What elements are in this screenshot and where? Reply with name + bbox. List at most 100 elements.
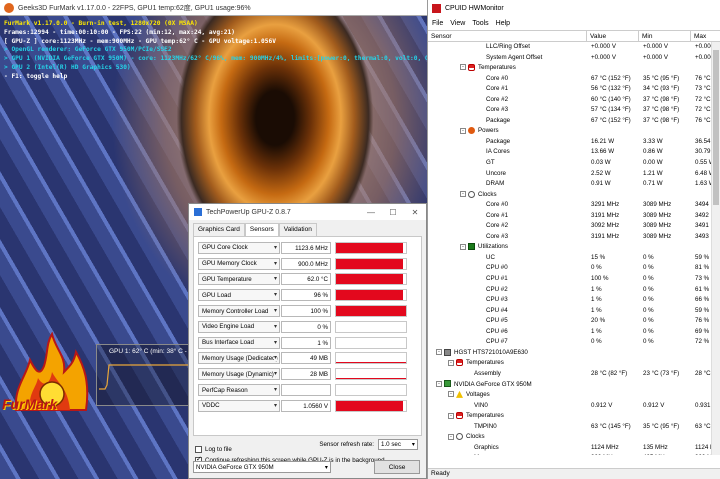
sensor-label[interactable]: GPU Temperature <box>198 273 280 286</box>
menu-file[interactable]: File <box>432 20 443 27</box>
sensor-label[interactable]: GPU Memory Clock <box>198 257 280 270</box>
collapse-toggle-icon[interactable]: - <box>448 359 454 366</box>
sensor-tree-row[interactable]: Assembly 28 °C (82 °F) 23 °C (73 °F) 28 °C … <box>428 369 720 380</box>
sensor-tree-row[interactable]: - Powers <box>428 126 720 137</box>
sensor-tree-row[interactable]: Graphics 1124 MHz 135 MHz 1124 MHz <box>428 443 720 454</box>
sensor-tree-row[interactable]: Core #2 60 °C (140 °F) 37 °C (98 °F) 72 °C … <box>428 95 720 106</box>
sensor-tree-row[interactable]: TMPIN063 °C (145 °F)35 °C (95 °F)63 °C (… <box>428 422 720 433</box>
column-min[interactable]: Min <box>639 31 691 41</box>
maximize-button[interactable]: ☐ <box>382 208 404 217</box>
hwmonitor-window[interactable]: CPUID HWMonitor File View Tools Help Sen… <box>427 0 720 479</box>
sensor-tree-row[interactable]: - NVIDIA GeForce GTX 950M <box>428 380 720 391</box>
sensor-label[interactable]: GPU Core Clock <box>198 241 280 254</box>
tab-sensors[interactable]: Sensors <box>244 223 279 236</box>
sensor-tree-row[interactable]: CPU #1 100 % 0 % 73 % <box>428 274 720 285</box>
sensor-tree-row[interactable]: Package 67 °C (152 °F) 37 °C (98 °F) 76 °C … <box>428 116 720 127</box>
min-cell <box>639 126 691 137</box>
min-cell: +0.000 V <box>643 53 668 61</box>
sensor-tree-row[interactable]: - HGST HTS721010A9E630 <box>428 348 720 359</box>
value-cell: 3092 MHz <box>591 222 620 230</box>
checkbox-box[interactable] <box>195 446 202 453</box>
sensor-tree-row[interactable]: CPU #2 1 % 0 % 61 % <box>428 285 720 296</box>
gpu-select[interactable]: NVIDIA GeForce GTX 950M ▾ <box>193 461 331 473</box>
collapse-toggle-icon[interactable]: - <box>436 380 442 387</box>
furmark-titlebar[interactable]: Geeks3D FurMark v1.17.0.0 - 22FPS, GPU1 … <box>0 0 427 16</box>
sensor-tree-row[interactable]: DRAM 0.91 W 0.71 W 1.63 W <box>428 179 720 190</box>
sensor-tree-row[interactable]: Core #33191 MHz3089 MHz3493 MHz <box>428 232 720 243</box>
value-cell: +0.000 V <box>591 53 616 61</box>
sensor-tree-row[interactable]: GT 0.03 W 0.00 W 0.55 W <box>428 158 720 169</box>
refresh-rate-select[interactable]: 1.0 sec ▾ <box>378 439 418 450</box>
sensor-tree-row[interactable]: CPU #3 1 % 0 % 66 % <box>428 295 720 306</box>
hwmonitor-titlebar[interactable]: CPUID HWMonitor <box>428 0 720 16</box>
sensor-tree-row[interactable]: Core #0 67 °C (152 °F) 35 °C (95 °F) 76 °C … <box>428 74 720 85</box>
sensor-tree-row[interactable]: CPU #0 0 % 0 % 81 % <box>428 263 720 274</box>
sensor-tree-row[interactable]: LLC/Ring Offset +0.000 V +0.000 V +0.000 V <box>428 42 720 53</box>
sensor-name: Core #3 <box>486 106 509 114</box>
sensor-name: Core #3 <box>486 232 509 240</box>
close-window-button[interactable]: ✕ <box>404 208 426 217</box>
sensor-tree-row[interactable]: IA Cores 13.66 W 0.86 W 30.79 W <box>428 147 720 158</box>
sensor-tree-row[interactable]: VIN0 0.912 V 0.912 V 0.931 V <box>428 401 720 412</box>
sensor-tree-row[interactable]: - Temperatures <box>428 411 720 422</box>
sensor-tree-row[interactable]: - Clocks <box>428 432 720 443</box>
vertical-scrollbar[interactable] <box>711 42 720 455</box>
sensor-tree-row[interactable]: - Voltages <box>428 390 720 401</box>
sensor-row: PerfCap Reason <box>198 382 417 398</box>
tab-graphics-card[interactable]: Graphics Card <box>193 223 245 236</box>
menu-help[interactable]: Help <box>496 20 510 27</box>
collapse-toggle-icon[interactable]: - <box>460 127 466 134</box>
sensor-label[interactable]: Memory Controller Load <box>198 305 280 318</box>
close-button[interactable]: Close <box>374 460 420 474</box>
sensor-label[interactable]: VDDC <box>198 399 280 412</box>
sensor-label[interactable]: GPU Load <box>198 289 280 302</box>
sensor-tree-row[interactable]: Uncore 2.52 W 1.21 W 6.48 W <box>428 169 720 180</box>
sensor-tree-row[interactable]: Core #3 57 °C (134 °F) 37 °C (98 °F) 72 °C … <box>428 105 720 116</box>
sensor-label[interactable]: Bus Interface Load <box>198 336 280 349</box>
sensor-tree-row[interactable]: Core #13191 MHz3089 MHz3492 MHz <box>428 211 720 222</box>
sensor-name-cell: VIN0 <box>428 401 587 412</box>
column-value[interactable]: Value <box>587 31 639 41</box>
sensor-tree-row[interactable]: System Agent Offset +0.000 V +0.000 V +0.00… <box>428 53 720 64</box>
collapse-toggle-icon[interactable]: - <box>460 243 466 250</box>
collapse-toggle-icon[interactable]: - <box>448 412 454 419</box>
sensor-tree-row[interactable]: CPU #6 1 % 0 % 69 % <box>428 327 720 338</box>
tab-validation[interactable]: Validation <box>278 223 317 236</box>
sensor-tree-row[interactable]: Package 16.21 W 3.33 W 36.54 W <box>428 137 720 148</box>
collapse-toggle-icon[interactable]: - <box>448 391 454 398</box>
menu-tools[interactable]: Tools <box>472 20 488 27</box>
sensor-tree-row[interactable]: Core #1 56 °C (132 °F) 34 °C (93 °F) 73 °C … <box>428 84 720 95</box>
gpuz-window[interactable]: TechPowerUp GPU-Z 0.8.7 — ☐ ✕ Graphics C… <box>188 203 427 479</box>
column-sensor[interactable]: Sensor <box>428 31 587 41</box>
sensor-tree-row[interactable]: - Utilizations <box>428 242 720 253</box>
column-max[interactable]: Max <box>691 31 720 41</box>
collapse-toggle-icon[interactable]: - <box>448 433 454 440</box>
sensor-label[interactable]: PerfCap Reason <box>198 384 280 397</box>
sensor-tree-row[interactable]: Memory900 MHz405 MHz900 MHz <box>428 453 720 455</box>
sensor-tree-row[interactable]: UC 15 % 0 % 59 % <box>428 253 720 264</box>
sensor-name: CPU #7 <box>486 338 508 346</box>
sensor-tree-row[interactable]: CPU #5 20 % 0 % 76 % <box>428 316 720 327</box>
sensor-label[interactable]: Video Engine Load <box>198 320 280 333</box>
sensor-tree-row[interactable]: - Temperatures <box>428 358 720 369</box>
menu-view[interactable]: View <box>450 20 465 27</box>
sensor-row: Memory Usage (Dedicated)49 MB <box>198 351 417 367</box>
sensor-label[interactable]: Memory Usage (Dynamic) <box>198 368 280 381</box>
collapse-toggle-icon[interactable]: - <box>436 349 442 356</box>
collapse-toggle-icon[interactable]: - <box>460 191 466 198</box>
gpuz-titlebar[interactable]: TechPowerUp GPU-Z 0.8.7 — ☐ ✕ <box>189 204 426 220</box>
sensor-graph-fill <box>336 290 404 301</box>
sensor-tree-row[interactable]: CPU #4 1 % 0 % 59 % <box>428 306 720 317</box>
collapse-toggle-icon[interactable]: - <box>460 64 466 71</box>
sensor-row: GPU Load96 % <box>198 287 417 303</box>
scrollbar-thumb[interactable] <box>713 50 719 205</box>
sensor-tree-row[interactable]: Core #03291 MHz3089 MHz3494 MHz <box>428 200 720 211</box>
minimize-button[interactable]: — <box>360 208 382 217</box>
sensor-label[interactable]: Memory Usage (Dedicated) <box>198 352 280 365</box>
refresh-rate: Sensor refresh rate: 1.0 sec ▾ <box>319 439 418 450</box>
sensor-tree-row[interactable]: - Clocks <box>428 190 720 201</box>
sensor-tree-row[interactable]: Core #23092 MHz3089 MHz3491 MHz <box>428 221 720 232</box>
sensor-tree-row[interactable]: - Temperatures <box>428 63 720 74</box>
sensor-tree-row[interactable]: CPU #7 0 % 0 % 72 % <box>428 337 720 348</box>
desktop: Geeks3D FurMark v1.17.0.0 - 22FPS, GPU1 … <box>0 0 720 479</box>
